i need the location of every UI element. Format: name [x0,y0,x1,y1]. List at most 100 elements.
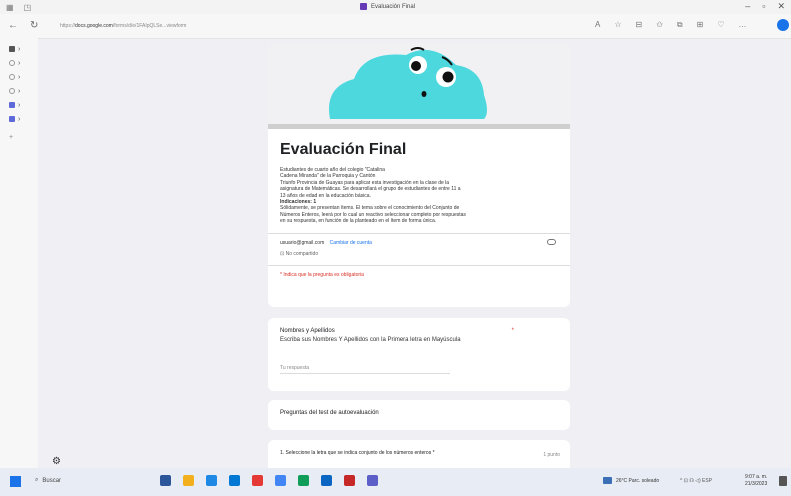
taskbar-app-icon[interactable] [229,475,240,486]
form-description: Estudiantes de cuarto año del colegio "C… [280,167,558,225]
divider [268,232,570,234]
chevron-icon: › [18,101,21,109]
question-points: 1 punto [543,452,560,458]
weather-icon [603,477,612,484]
tab-title: Evaluación Final [371,3,416,10]
question-card-multiple-choice: 1. Seleccione la letra que se indica con… [268,440,570,470]
settings-gear-icon[interactable]: ⚙ [52,456,61,467]
taskbar-app-icon[interactable] [367,475,378,486]
taskbar-clock[interactable]: 9:07 a. m. 21/3/2023 [745,474,767,488]
browser-sidebar: › › › › › › + ⚙ [0,38,61,468]
window-titlebar: ▦ ◳ Evaluación Final – ▫ ✕ [0,0,791,14]
circle-icon [9,74,15,80]
read-aloud-icon[interactable]: A [595,20,600,30]
taskbar-app-icon[interactable] [206,475,217,486]
question-title: Nombres y Apellidos [280,328,335,334]
more-menu-icon[interactable]: … [739,20,747,30]
description-line: en su respuesta, en función de la plante… [280,218,437,225]
sidebar-item-tabs[interactable]: › [9,44,29,54]
browser-essentials-icon[interactable]: ♡ [717,20,724,30]
form-title: Evaluación Final [280,141,407,158]
split-screen-icon[interactable]: ⊟ [636,20,643,30]
sidebar-item-4[interactable]: › [9,86,29,96]
extensions-icon[interactable]: ⊞ [697,20,704,30]
not-shared-row: ⊡ No compartido [280,251,558,257]
sidebar-add-button[interactable]: + [9,132,29,142]
windows-taskbar: ⌕ Buscar 26°C Parc. soleado ^ ⊡ ☊ ◁) ESP… [0,468,791,496]
shared-status-icon: ⊡ [280,250,285,257]
nav-buttons: ← ↻ [8,20,38,31]
refresh-icon[interactable]: ↻ [30,20,38,31]
profile-avatar[interactable] [777,19,789,31]
browser-toolbar: A ☆ ⊟ ✩ ⧉ ⊞ ♡ … [595,20,747,30]
url-prefix: https:// [60,23,76,29]
chevron-icon: › [18,45,21,53]
square-icon [9,116,15,122]
titlebar-left-controls: ▦ ◳ [6,3,36,12]
clock-date: 21/3/2023 [745,481,768,487]
url-path: /forms/d/e/1FAIpQLSe...viewform [112,23,187,29]
close-icon[interactable]: ✕ [777,1,785,12]
chevron-icon: › [18,73,21,81]
taskbar-app-icon[interactable] [298,475,309,486]
form-title-card: Evaluación Final Estudiantes de cuarto a… [268,129,570,307]
forms-favicon-icon [360,3,367,10]
window-controls: – ▫ ✕ [745,1,785,12]
favorite-star-icon[interactable]: ☆ [614,20,621,30]
search-label: Buscar [42,477,62,484]
url-field[interactable]: https://docs.google.com/forms/d/e/1FAIpQ… [60,19,530,33]
minimize-icon[interactable]: – [745,1,750,12]
chevron-icon: › [18,115,21,123]
plus-icon: + [9,133,14,141]
circle-icon [9,60,15,66]
windows-start-icon[interactable] [10,476,21,487]
taskbar-app-icon[interactable] [183,475,194,486]
section-title: Preguntas del test de autoevaluación [280,410,379,416]
taskbar-app-icon[interactable] [160,475,171,486]
sidebar-item-6[interactable]: › [9,114,29,124]
maximize-icon[interactable]: ▫ [762,1,765,12]
back-arrow-icon[interactable]: ← [8,20,18,31]
taskbar-apps [160,475,378,486]
weather-text: 26°C Parc. soleado [616,477,660,484]
cloud-character-illustration [329,47,487,120]
question-title: 1. Seleccione la letra que se indica con… [280,450,435,456]
taskbar-app-icon[interactable] [344,475,355,486]
not-shared-label: No compartido [285,250,319,257]
collections-icon[interactable]: ⧉ [677,20,683,30]
workspaces-icon[interactable]: ▦ [6,3,14,12]
circle-icon [9,88,15,94]
required-star: * [511,328,514,334]
favorites-icon[interactable]: ✩ [656,20,663,30]
weather-widget[interactable]: 26°C Parc. soleado [603,477,659,484]
chevron-icon: › [18,59,21,67]
taskbar-app-icon[interactable] [252,475,263,486]
system-tray[interactable]: ^ ⊡ ☊ ◁) ESP [680,478,712,484]
switch-account-link[interactable]: Cambiar de cuenta [330,240,372,246]
taskbar-search[interactable]: ⌕ Buscar [35,477,61,484]
taskbar-app-icon[interactable] [275,475,286,486]
tabs-icon [9,46,15,52]
question-description: Escriba sus Nombres Y Apellidos con la P… [280,337,461,343]
account-row: usuario@gmail.com Cambiar de cuenta [280,238,558,246]
cloud-save-icon [547,238,556,245]
chevron-icon: › [18,87,21,95]
clock-time: 9:07 a. m. [745,474,768,480]
short-answer-input[interactable]: Tu respuesta [280,365,450,374]
divider [268,264,570,266]
taskbar-app-icon[interactable] [321,475,332,486]
account-email: usuario@gmail.com [280,239,325,246]
search-icon: ⌕ [35,477,39,483]
url-domain: docs.google.com [75,23,113,29]
tab-actions-icon[interactable]: ◳ [24,3,32,12]
section-header-card: Preguntas del test de autoevaluación [268,400,570,430]
sidebar-item-5[interactable]: › [9,100,29,110]
required-note: * Indica que la pregunta es obligatoria [280,271,364,278]
form-header-image [268,43,570,123]
sidebar-item-2[interactable]: › [9,58,29,68]
active-tab[interactable]: Evaluación Final [360,3,415,10]
sidebar-item-3[interactable]: › [9,72,29,82]
square-icon [9,102,15,108]
notifications-icon[interactable] [779,476,787,486]
address-bar-row: ← ↻ https://docs.google.com/forms/d/e/1F… [0,14,791,39]
